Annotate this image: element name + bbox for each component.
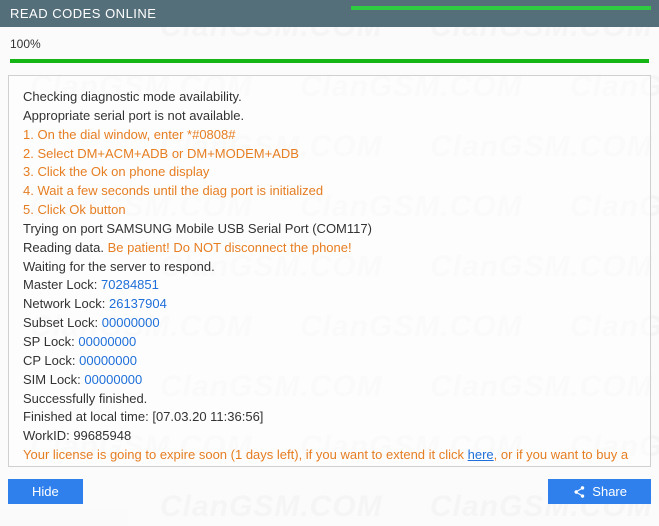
lock-label: Master Lock:	[23, 277, 101, 292]
workid-value: 99685948	[73, 428, 131, 443]
network-lock-value: 26137904	[109, 296, 167, 311]
log-instruction: 5. Click Ok button	[23, 201, 636, 220]
lock-label: Network Lock:	[23, 296, 109, 311]
lock-label: SIM Lock:	[23, 372, 84, 387]
sim-lock-value: 00000000	[84, 372, 142, 387]
log-warning: Be patient! Do NOT disconnect the phone!	[108, 240, 352, 255]
network-lock-row: Network Lock: 26137904	[23, 295, 636, 314]
lock-label: CP Lock:	[23, 353, 79, 368]
log-line: Finished at local time: [07.03.20 11:36:…	[23, 408, 636, 427]
hide-button-label: Hide	[32, 484, 59, 499]
title-bar: READ CODES ONLINE	[0, 0, 659, 27]
sp-lock-value: 00000000	[78, 334, 136, 349]
license-warning: Your license is going to expire soon (1 …	[23, 446, 636, 467]
master-lock-value: 70284851	[101, 277, 159, 292]
footer-bar: Hide Share	[0, 475, 659, 512]
master-lock-row: Master Lock: 70284851	[23, 276, 636, 295]
license-text: .	[127, 466, 131, 467]
log-text: Reading data.	[23, 240, 108, 255]
progress-bar	[10, 59, 649, 63]
subset-lock-value: 00000000	[102, 315, 160, 330]
log-instruction: 3. Click the Ok on phone display	[23, 163, 636, 182]
log-line: Waiting for the server to respond.	[23, 258, 636, 277]
subset-lock-row: Subset Lock: 00000000	[23, 314, 636, 333]
progress-section: 100%	[0, 27, 659, 67]
progress-fill	[10, 59, 649, 63]
log-line: Successfully finished.	[23, 390, 636, 409]
lock-label: Subset Lock:	[23, 315, 102, 330]
progress-label: 100%	[10, 37, 649, 51]
share-icon	[572, 485, 586, 499]
lock-label: SP Lock:	[23, 334, 78, 349]
sp-lock-row: SP Lock: 00000000	[23, 333, 636, 352]
sim-lock-row: SIM Lock: 00000000	[23, 371, 636, 390]
title-accent	[351, 6, 651, 10]
workid-label: WorkID:	[23, 428, 73, 443]
log-panel: Checking diagnostic mode availability. A…	[8, 75, 651, 467]
log-line: Appropriate serial port is not available…	[23, 107, 636, 126]
cp-lock-value: 00000000	[79, 353, 137, 368]
share-button-label: Share	[592, 484, 627, 499]
log-instruction: 1. On the dial window, enter *#0808#	[23, 126, 636, 145]
cp-lock-row: CP Lock: 00000000	[23, 352, 636, 371]
log-line: Reading data. Be patient! Do NOT disconn…	[23, 239, 636, 258]
share-button[interactable]: Share	[548, 479, 651, 504]
app-window: READ CODES ONLINE 100% Checking diagnost…	[0, 0, 659, 526]
log-line: Checking diagnostic mode availability.	[23, 88, 636, 107]
log-instruction: 4. Wait a few seconds until the diag por…	[23, 182, 636, 201]
log-instruction: 2. Select DM+ACM+ADB or DM+MODEM+ADB	[23, 145, 636, 164]
log-line: Trying on port SAMSUNG Mobile USB Serial…	[23, 220, 636, 239]
window-title: READ CODES ONLINE	[10, 6, 156, 21]
hide-button[interactable]: Hide	[8, 479, 83, 504]
license-text: Your license is going to expire soon (1 …	[23, 447, 468, 462]
buy-license-link[interactable]: here	[101, 466, 127, 467]
extend-license-link[interactable]: here	[468, 447, 494, 462]
workid-row: WorkID: 99685948	[23, 427, 636, 446]
